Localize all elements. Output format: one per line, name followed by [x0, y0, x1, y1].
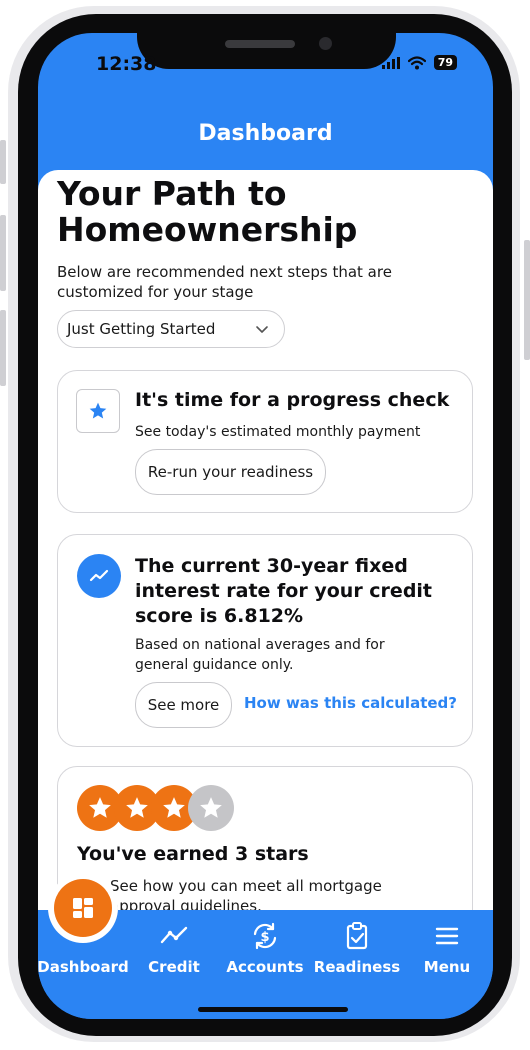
accounts-dollar-icon: $ — [249, 918, 281, 954]
notch — [137, 33, 396, 69]
stars-title: You've earned 3 stars — [77, 843, 309, 865]
chevron-down-icon — [256, 326, 268, 333]
page-subtitle: Below are recommended next steps that ar… — [57, 263, 392, 301]
clipboard-check-icon — [343, 918, 371, 954]
svg-text:$: $ — [260, 930, 269, 945]
progress-check-card: It's time for a progress check See today… — [57, 370, 473, 513]
nav-accounts[interactable]: $ Accounts — [220, 910, 310, 990]
dashboard-icon[interactable] — [54, 879, 112, 937]
phone-side-button — [524, 240, 530, 360]
home-indicator — [198, 1007, 348, 1012]
nav-credit-label: Credit — [148, 958, 200, 976]
see-more-button[interactable]: See more — [135, 682, 232, 728]
interest-rate-text: Based on national averages and for gener… — [135, 637, 385, 673]
app-screen: 12:38 79 Dashboard Your Path to Homeowne… — [38, 33, 493, 1019]
rerun-readiness-button[interactable]: Re-run your readiness — [135, 449, 326, 495]
header-title: Dashboard — [198, 121, 333, 146]
stage-select[interactable]: Just Getting Started — [57, 310, 285, 348]
stage-select-value: Just Getting Started — [67, 320, 216, 338]
cellular-signal-icon — [381, 56, 400, 69]
progress-check-title: It's time for a progress check — [135, 389, 450, 411]
speaker — [225, 40, 295, 48]
status-time: 12:38 — [96, 53, 157, 75]
nav-readiness-label: Readiness — [313, 958, 401, 976]
phone-side-button — [0, 140, 6, 184]
progress-check-text: See today's estimated monthly payment — [135, 424, 421, 440]
nav-menu[interactable]: Menu — [411, 910, 483, 990]
main-content: Your Path to Homeownership Below are rec… — [38, 170, 493, 946]
phone-side-button — [0, 310, 6, 386]
interest-rate-title: The current 30-year fixed interest rate … — [135, 555, 433, 627]
how-calculated-link[interactable]: How was this calculated? — [244, 694, 457, 712]
status-icons: 79 — [381, 55, 457, 70]
star-icon — [76, 389, 120, 433]
nav-menu-label: Menu — [423, 958, 471, 976]
star-unearned-icon — [188, 785, 234, 831]
phone-side-button — [0, 215, 6, 291]
menu-icon — [434, 918, 460, 954]
nav-credit[interactable]: Credit — [138, 910, 210, 990]
trend-icon — [77, 554, 121, 598]
nav-accounts-label: Accounts — [226, 958, 304, 976]
camera — [319, 37, 332, 50]
credit-trend-icon — [159, 918, 189, 954]
wifi-icon — [407, 55, 426, 69]
page-title: Your Path to Homeownership — [57, 174, 358, 249]
interest-rate-card: The current 30-year fixed interest rate … — [57, 534, 473, 747]
nav-dashboard-label: Dashboard — [38, 958, 129, 976]
nav-readiness[interactable]: Readiness — [312, 910, 402, 990]
stars-rating — [77, 785, 237, 831]
battery-icon: 79 — [433, 55, 457, 70]
